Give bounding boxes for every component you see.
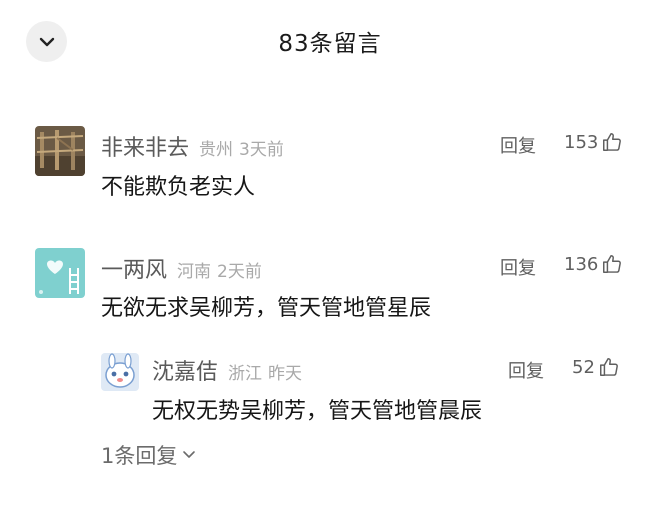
thumbs-up-icon (599, 358, 618, 376)
comment-meta: 非来非去 贵州 3天前 (101, 130, 290, 162)
username[interactable]: 非来非去 (101, 130, 189, 162)
chevron-down-icon (183, 451, 196, 458)
thumbs-up-icon (603, 133, 622, 151)
comment-meta: 一两风 河南 2天前 (101, 252, 268, 284)
comments-header: 83条留言 (0, 0, 660, 80)
username[interactable]: 一两风 (101, 252, 167, 284)
reply-text: 无权无势吴柳芳，管天管地管晨辰 (152, 399, 483, 424)
location: 浙江 (228, 364, 263, 384)
thumbs-up-icon (603, 255, 622, 273)
page-title: 83条留言 (278, 31, 382, 57)
like-count: 52 (572, 356, 595, 378)
avatar[interactable] (35, 126, 85, 176)
location: 河南 (177, 262, 212, 282)
expand-replies-label: 1条回复 (101, 444, 178, 468)
like-button[interactable]: 136 (564, 253, 623, 275)
like-button[interactable]: 153 (564, 131, 623, 153)
expand-replies-button[interactable]: 1条回复 (101, 440, 196, 470)
location: 贵州 (199, 140, 234, 160)
like-count: 153 (564, 131, 599, 153)
reply-button[interactable]: 回复 (500, 132, 536, 158)
reply-button[interactable]: 回复 (500, 254, 536, 280)
username[interactable]: 沈嘉佶 (152, 354, 218, 386)
reply-button[interactable]: 回复 (508, 357, 544, 383)
timestamp: 昨天 (268, 364, 303, 384)
like-count: 136 (564, 253, 599, 275)
timestamp: 3天前 (239, 140, 284, 160)
reply-meta: 沈嘉佶 浙江 昨天 (152, 354, 308, 386)
like-button[interactable]: 52 (572, 356, 620, 378)
timestamp: 2天前 (217, 262, 262, 282)
avatar[interactable] (101, 353, 139, 391)
avatar[interactable] (35, 248, 85, 298)
comment-text: 无欲无求吴柳芳，管天管地管星辰 (101, 296, 432, 321)
comment-text: 不能欺负老实人 (101, 175, 256, 200)
